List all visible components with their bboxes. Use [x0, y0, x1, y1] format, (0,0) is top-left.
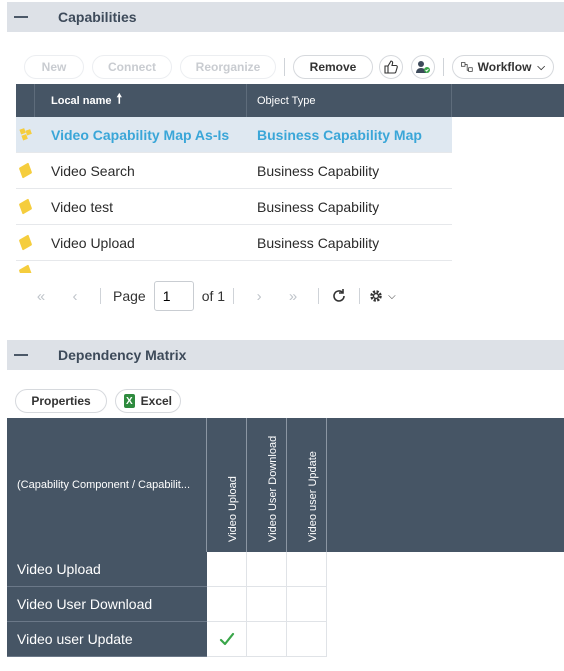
page-count: of 1: [201, 288, 226, 304]
dependency-section-header[interactable]: Dependency Matrix: [7, 340, 564, 370]
workflow-button[interactable]: Workflow ⌵: [452, 55, 554, 79]
like-button[interactable]: [379, 55, 403, 79]
previous-page-icon[interactable]: ‹: [58, 288, 92, 305]
column-local-name-label: Local name: [51, 94, 112, 107]
column-object-type[interactable]: Object Type: [247, 84, 452, 117]
user-check-icon: [416, 61, 430, 73]
matrix-column-header[interactable]: Video User Download: [247, 418, 287, 552]
table-row[interactable]: Video test Business Capability: [16, 189, 452, 225]
toolbar-divider: [443, 58, 444, 76]
gear-icon[interactable]: [368, 288, 384, 304]
matrix-column-label: Video Upload: [226, 476, 239, 542]
sort-ascending-icon: 🠕: [116, 90, 123, 106]
matrix-row-label[interactable]: Video User Download: [7, 587, 207, 622]
capability-icon: [16, 225, 35, 260]
matrix-row: Video user Update: [7, 622, 564, 657]
matrix-column-header[interactable]: Video user Update: [287, 418, 327, 552]
capabilities-section-header[interactable]: Capabilities: [7, 2, 564, 32]
matrix-column-label: Video User Download: [266, 435, 279, 542]
workflow-label: Workflow: [477, 60, 532, 74]
next-page-icon[interactable]: ›: [242, 288, 276, 305]
matrix-cell[interactable]: [287, 622, 327, 657]
matrix-cell[interactable]: [287, 587, 327, 622]
matrix-cell[interactable]: [207, 622, 247, 657]
row-type: Business Capability: [257, 198, 380, 215]
row-type: Business Capability: [257, 234, 380, 251]
page-number-input[interactable]: [153, 281, 194, 311]
matrix-column-header[interactable]: Video Upload: [207, 418, 247, 552]
excel-button[interactable]: X Excel: [115, 389, 181, 413]
matrix-column-label: Video user Update: [306, 451, 319, 542]
matrix-cell[interactable]: [247, 552, 287, 587]
first-page-icon[interactable]: «: [24, 288, 58, 305]
matrix-header-filler: [327, 418, 564, 552]
new-button[interactable]: New: [24, 55, 84, 79]
table-row[interactable]: Video Upload Business Capability: [16, 225, 452, 261]
capabilities-grid: Local name 🠕 Object Type Video Capabilit…: [16, 84, 564, 273]
connect-button[interactable]: Connect: [92, 55, 172, 79]
page-label: Page: [113, 288, 146, 304]
excel-label: Excel: [140, 394, 172, 408]
capability-map-icon: [16, 117, 35, 152]
matrix-cell[interactable]: [207, 587, 247, 622]
matrix-row-label[interactable]: Video Upload: [7, 552, 207, 587]
row-name[interactable]: Video Capability Map As-Is: [35, 117, 247, 152]
workflow-icon: [461, 62, 473, 72]
section-title: Capabilities: [58, 9, 137, 25]
pager-divider: [359, 288, 361, 304]
matrix-cell[interactable]: [247, 587, 287, 622]
matrix-cell[interactable]: [287, 552, 327, 587]
matrix-row: Video User Download: [7, 587, 564, 622]
header-filler: [452, 84, 564, 117]
matrix-cell[interactable]: [247, 622, 287, 657]
row-name[interactable]: Video Upload: [35, 225, 247, 260]
reorganize-button[interactable]: Reorganize: [180, 55, 276, 79]
excel-icon: X: [124, 394, 135, 408]
row-name[interactable]: Video test: [35, 189, 247, 224]
refresh-icon[interactable]: [331, 288, 347, 304]
pager-divider: [100, 288, 101, 304]
toolbar-divider: [284, 58, 285, 76]
capabilities-toolbar: New Connect Reorganize Remove Workflow ⌵: [24, 54, 554, 80]
checkmark-icon: [219, 632, 234, 646]
user-assign-button[interactable]: [411, 55, 435, 79]
grid-header: Local name 🠕 Object Type: [16, 84, 564, 117]
header-icon-column: [16, 84, 35, 117]
remove-button[interactable]: Remove: [293, 55, 373, 79]
chevron-down-icon: ⌵: [537, 61, 545, 73]
matrix-corner-label: (Capability Component / Capabilit...: [7, 418, 207, 552]
capability-icon: [16, 261, 35, 273]
row-type: Business Capability: [257, 162, 380, 179]
capability-icon: [16, 189, 35, 224]
column-local-name[interactable]: Local name 🠕: [35, 84, 247, 117]
dependency-matrix: (Capability Component / Capabilit... Vid…: [7, 418, 564, 657]
matrix-row: Video Upload: [7, 552, 564, 587]
table-row[interactable]: Video Search Business Capability: [16, 153, 452, 189]
table-row-partial[interactable]: [16, 261, 452, 273]
matrix-row-label[interactable]: Video user Update: [7, 622, 207, 657]
collapse-icon[interactable]: [14, 16, 28, 18]
pagination: « ‹ Page of 1 › » ⌵: [24, 280, 396, 312]
capability-icon: [16, 153, 35, 188]
properties-button[interactable]: Properties: [15, 389, 107, 413]
dependency-toolbar: Properties X Excel: [15, 388, 181, 414]
chevron-down-icon[interactable]: ⌵: [388, 291, 396, 302]
matrix-header: (Capability Component / Capabilit... Vid…: [7, 418, 564, 552]
table-row[interactable]: Video Capability Map As-Is Business Capa…: [16, 117, 452, 153]
row-name[interactable]: Video Search: [35, 153, 247, 188]
row-type: Business Capability Map: [257, 126, 422, 143]
pager-divider: [233, 288, 235, 304]
pager-divider: [318, 288, 320, 304]
section-title: Dependency Matrix: [58, 347, 187, 363]
last-page-icon[interactable]: »: [276, 288, 310, 305]
collapse-icon[interactable]: [14, 354, 28, 356]
matrix-cell[interactable]: [207, 552, 247, 587]
thumbs-up-icon: [384, 60, 398, 74]
